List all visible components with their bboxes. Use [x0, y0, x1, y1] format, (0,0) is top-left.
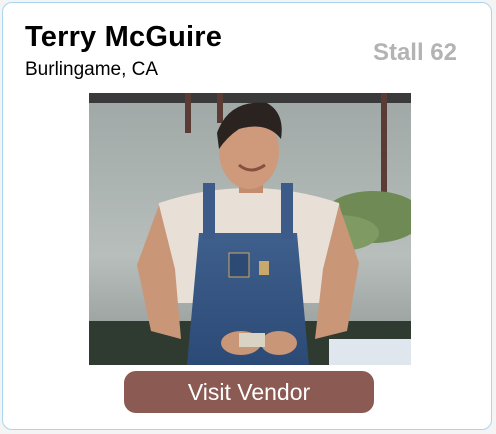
vendor-photo: [89, 93, 411, 365]
vendor-location: Burlingame, CA: [25, 59, 159, 80]
vendor-card: Terry McGuire Burlingame, CA Stall 62 Vi…: [2, 2, 492, 430]
stall-number: Stall 62: [372, 39, 457, 66]
visit-vendor-button[interactable]: Visit Vendor: [124, 371, 374, 413]
vendor-name: Terry McGuire: [25, 21, 223, 53]
